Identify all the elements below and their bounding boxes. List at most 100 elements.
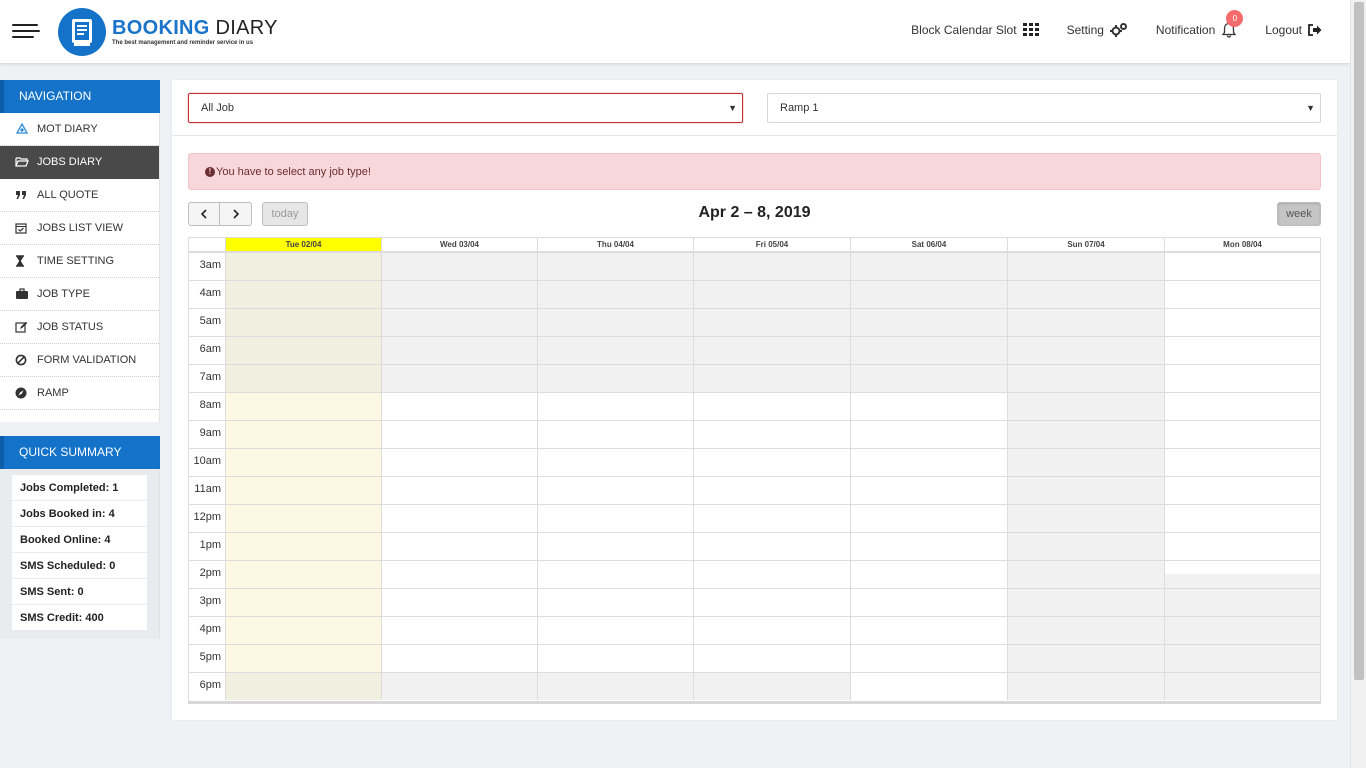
calendar-slot[interactable] (1164, 336, 1320, 364)
calendar-slot[interactable] (1007, 532, 1164, 560)
calendar-slot[interactable] (1164, 476, 1320, 504)
calendar-slot[interactable] (850, 476, 1007, 504)
calendar-slot[interactable] (693, 616, 850, 644)
calendar-slot[interactable] (1164, 504, 1320, 532)
calendar-slot[interactable] (693, 364, 850, 392)
calendar-slot[interactable] (1007, 252, 1164, 280)
calendar-slot[interactable] (381, 308, 537, 336)
calendar-slot[interactable] (1164, 308, 1320, 336)
scrollbar-thumb[interactable] (1354, 2, 1364, 680)
calendar-slot[interactable] (1164, 280, 1320, 308)
sidebar-item-form-validation[interactable]: FORM VALIDATION (0, 344, 159, 377)
calendar-slot[interactable] (1164, 532, 1320, 560)
calendar-slot[interactable] (850, 420, 1007, 448)
calendar-slot[interactable] (1007, 448, 1164, 476)
calendar-slot[interactable] (381, 364, 537, 392)
calendar-slot[interactable] (693, 392, 850, 420)
calendar-slot[interactable] (225, 392, 381, 420)
calendar-slot[interactable] (850, 672, 1007, 700)
calendar-slot[interactable] (850, 560, 1007, 588)
calendar-slot[interactable] (1164, 644, 1320, 672)
sidebar-item-ramp[interactable]: RAMP (0, 377, 159, 410)
calendar-slot[interactable] (1164, 616, 1320, 644)
calendar-slot[interactable] (1164, 420, 1320, 448)
sidebar-item-jobs-diary[interactable]: JOBS DIARY (0, 146, 159, 179)
calendar-slot[interactable] (1164, 252, 1320, 280)
calendar-slot[interactable] (693, 448, 850, 476)
calendar-slot[interactable] (225, 616, 381, 644)
calendar-slot[interactable] (381, 476, 537, 504)
calendar-slot[interactable] (225, 672, 381, 700)
calendar-slot[interactable] (1007, 336, 1164, 364)
calendar-slot[interactable] (850, 448, 1007, 476)
sidebar-item-job-status[interactable]: JOB STATUS (0, 311, 159, 344)
setting-link[interactable]: Setting (1067, 22, 1128, 38)
calendar-slot[interactable] (381, 280, 537, 308)
calendar-slot[interactable] (693, 560, 850, 588)
calendar-slot[interactable] (850, 644, 1007, 672)
calendar-slot[interactable] (381, 672, 537, 700)
block-calendar-slot-link[interactable]: Block Calendar Slot (911, 23, 1039, 37)
calendar-slot[interactable] (693, 308, 850, 336)
calendar-slot[interactable] (225, 588, 381, 616)
calendar-slot[interactable] (693, 504, 850, 532)
sidebar-item-jobs-list-view[interactable]: JOBS LIST VIEW (0, 212, 159, 245)
ramp-select[interactable]: Ramp 1 ▼ (767, 93, 1321, 123)
calendar-slot[interactable] (537, 252, 693, 280)
calendar-slot[interactable] (1007, 392, 1164, 420)
calendar-slot[interactable] (850, 588, 1007, 616)
job-type-select[interactable]: All Job ▼ (188, 93, 743, 123)
calendar-slot[interactable] (693, 644, 850, 672)
calendar-slot[interactable] (1007, 560, 1164, 588)
calendar-slot[interactable] (537, 448, 693, 476)
next-week-button[interactable] (220, 202, 252, 226)
calendar-slot[interactable] (381, 336, 537, 364)
calendar-slot[interactable] (693, 672, 850, 700)
calendar-slot[interactable] (693, 280, 850, 308)
calendar-slot[interactable] (225, 476, 381, 504)
calendar-slot[interactable] (381, 420, 537, 448)
calendar-slot[interactable] (225, 504, 381, 532)
calendar-slot[interactable] (850, 308, 1007, 336)
calendar-slot[interactable] (850, 532, 1007, 560)
notification-link[interactable]: Notification 0 (1156, 10, 1244, 38)
calendar-slot[interactable] (1007, 420, 1164, 448)
calendar-slot[interactable] (1164, 588, 1320, 616)
calendar-slot[interactable] (537, 560, 693, 588)
calendar-slot[interactable] (693, 476, 850, 504)
calendar-slot[interactable] (1007, 476, 1164, 504)
calendar-slot[interactable] (1164, 392, 1320, 420)
calendar-slot[interactable] (693, 252, 850, 280)
calendar-slot[interactable] (1007, 504, 1164, 532)
calendar-slot[interactable] (693, 532, 850, 560)
calendar-slot[interactable] (381, 504, 537, 532)
sidebar-item-mot-diary[interactable]: MOT DIARY (0, 113, 159, 146)
logout-link[interactable]: Logout (1265, 23, 1322, 37)
calendar-slot[interactable] (225, 364, 381, 392)
calendar-slot[interactable] (537, 308, 693, 336)
calendar-slot[interactable] (381, 588, 537, 616)
calendar-slot[interactable] (225, 252, 381, 280)
calendar-slot[interactable] (850, 280, 1007, 308)
calendar-slot[interactable] (225, 532, 381, 560)
calendar-slot[interactable] (850, 364, 1007, 392)
calendar-slot[interactable] (1007, 644, 1164, 672)
sidebar-item-all-quote[interactable]: ALL QUOTE (0, 179, 159, 212)
calendar-slot[interactable] (537, 364, 693, 392)
calendar-slot[interactable] (850, 336, 1007, 364)
calendar-slot[interactable] (381, 644, 537, 672)
prev-week-button[interactable] (188, 202, 220, 226)
today-button[interactable]: today (262, 202, 308, 226)
calendar-slot[interactable] (1007, 616, 1164, 644)
calendar-slot[interactable] (225, 420, 381, 448)
calendar-slot[interactable] (537, 476, 693, 504)
sidebar-item-time-setting[interactable]: TIME SETTING (0, 245, 159, 278)
calendar-slot[interactable] (1007, 364, 1164, 392)
calendar-slot[interactable] (693, 588, 850, 616)
calendar-slot[interactable] (537, 616, 693, 644)
calendar-slot[interactable] (381, 532, 537, 560)
calendar-slot[interactable] (381, 252, 537, 280)
calendar-slot[interactable] (225, 560, 381, 588)
calendar-slot[interactable] (537, 588, 693, 616)
calendar-slot[interactable] (225, 280, 381, 308)
